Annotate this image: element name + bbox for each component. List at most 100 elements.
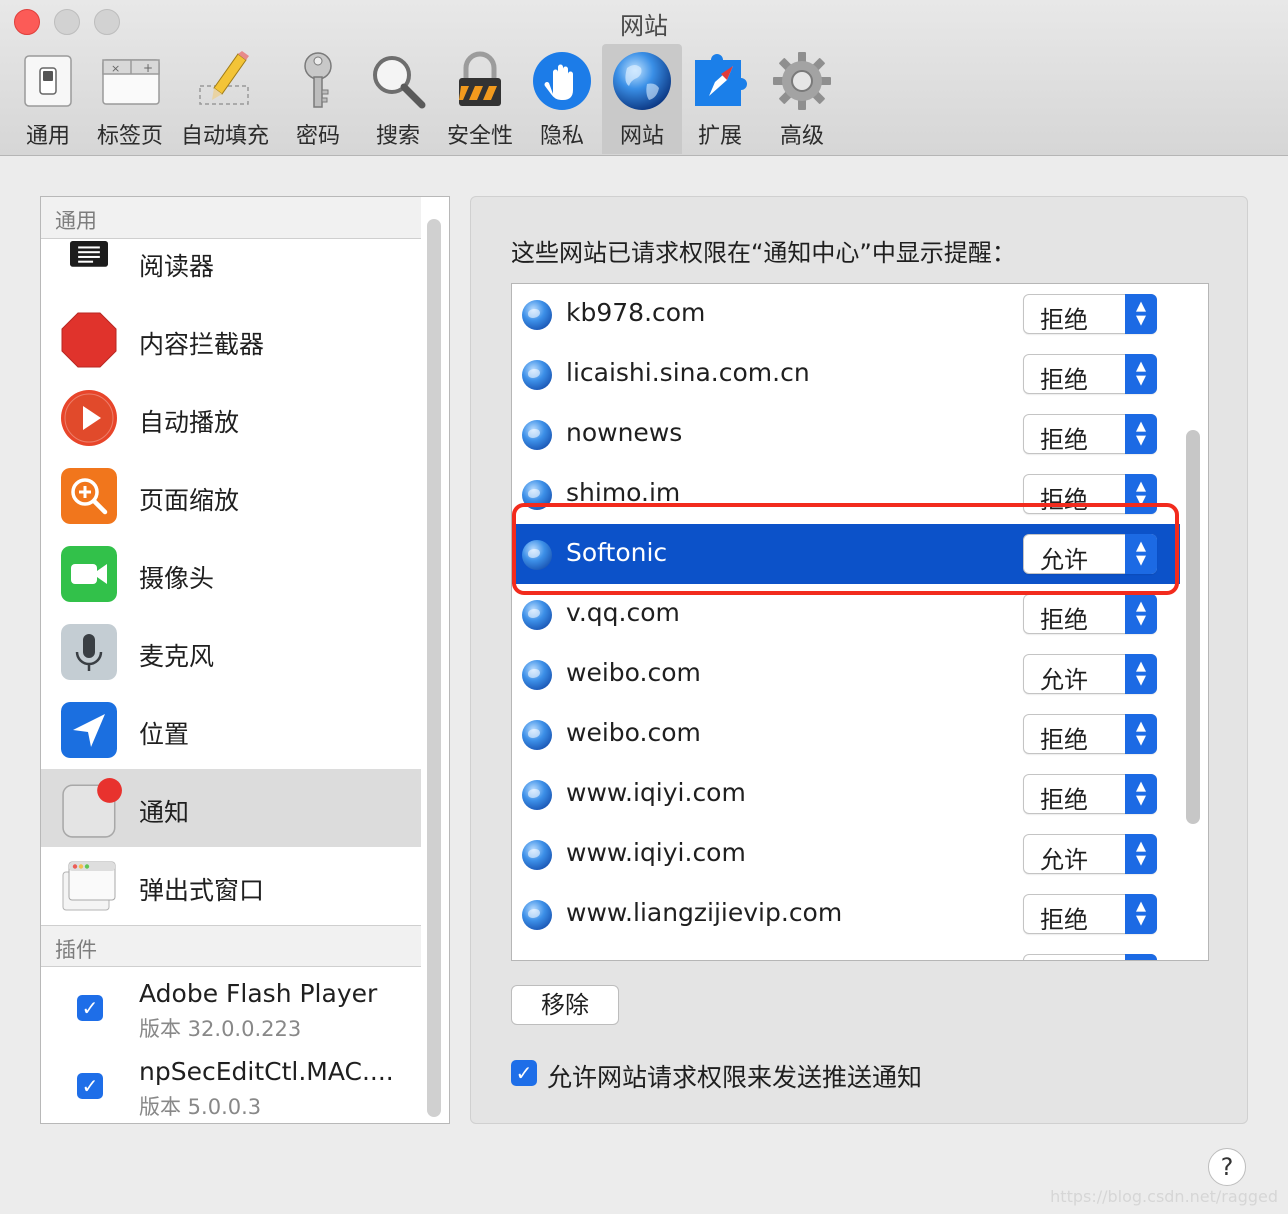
sidebar-item-popup-windows[interactable]: 弹出式窗口 — [41, 847, 421, 925]
remove-button[interactable]: 移除 — [511, 985, 619, 1025]
permission-value: 允许 — [1040, 846, 1088, 874]
permission-value: 拒绝 — [1040, 366, 1088, 394]
website-row[interactable]: www.iqiyi.com 拒绝 ▲ ▼ — [512, 764, 1180, 824]
website-name: www.iqiyi.com — [566, 778, 746, 807]
toolbar-label: 搜索 — [375, 124, 420, 149]
toolbar-label: 扩展 — [697, 124, 742, 149]
toolbar-label: 自动填充 — [180, 124, 269, 149]
sidebar-item-camera[interactable]: 摄像头 — [41, 535, 421, 613]
website-row[interactable]: shimo.im 拒绝 ▲ ▼ — [512, 464, 1180, 524]
sidebar-item-notifications[interactable]: 通知 — [41, 769, 421, 847]
svg-text:×: × — [111, 62, 120, 75]
padlock-icon — [459, 51, 501, 106]
website-row[interactable]: v.qq.com 拒绝 ▲ ▼ — [512, 584, 1180, 644]
svg-text:+: + — [143, 61, 153, 75]
help-button[interactable]: ? — [1208, 1148, 1246, 1186]
toolbar-label: 密码 — [295, 124, 340, 149]
toolbar-label: 隐私 — [539, 124, 584, 149]
toolbar-security[interactable]: 安全性 — [440, 44, 520, 154]
permission-popup[interactable]: 允许 ▲ ▼ — [1023, 654, 1157, 694]
sidebar-item-page-zoom[interactable]: 页面缩放 — [41, 457, 421, 535]
permission-value: 拒绝 — [1040, 426, 1088, 454]
microphone-icon — [61, 624, 117, 680]
permission-popup[interactable]: 允许 ▲ ▼ — [1023, 834, 1157, 874]
chevron-up-down-icon: ▲▼ — [1125, 294, 1157, 334]
permission-value: 允许 — [1040, 666, 1088, 694]
plugin-enabled-checkbox[interactable]: ✓ — [77, 995, 103, 1021]
plugin-row[interactable]: ✓ Adobe Flash Player 版本 32.0.0.223 — [41, 971, 421, 1049]
permission-popup[interactable]: 拒绝 ▲ ▼ — [1023, 774, 1157, 814]
chevron-up-down-icon: ▲▼ — [1125, 654, 1157, 694]
permission-value: 允许 — [1040, 546, 1088, 574]
autofill-pencil-icon — [199, 51, 249, 105]
key-icon — [304, 52, 332, 108]
permission-popup[interactable]: 拒绝 ▲ ▼ — [1023, 294, 1157, 334]
toolbar-general[interactable]: 通用 — [12, 44, 84, 154]
chevron-up-down-icon: ▲▼ — [1125, 894, 1157, 934]
globe-icon — [522, 300, 552, 330]
toolbar-advanced[interactable]: 高级 — [764, 44, 840, 154]
plugin-row[interactable]: ✓ npSecEditCtl.MAC.... 版本 5.0.0.3 — [41, 1049, 421, 1123]
hand-icon — [533, 52, 591, 110]
website-row-partial[interactable]: ▲▼ — [512, 944, 1180, 960]
sidebar-item-microphone[interactable]: 麦克风 — [41, 613, 421, 691]
website-row[interactable]: www.iqiyi.com 允许 ▲ ▼ — [512, 824, 1180, 884]
toolbar-privacy[interactable]: 隐私 — [526, 44, 598, 154]
sidebar-item-content-blockers[interactable]: 内容拦截器 — [41, 301, 421, 379]
sidebar-item-label: 麦克风 — [139, 642, 215, 671]
permission-popup[interactable]: 拒绝 ▲ ▼ — [1023, 414, 1157, 454]
permission-popup[interactable]: 拒绝 ▲ ▼ — [1023, 474, 1157, 514]
permission-popup[interactable]: 拒绝 ▲ ▼ — [1023, 714, 1157, 754]
allow-push-checkbox[interactable]: ✓ — [511, 1060, 537, 1086]
toolbar-tabs[interactable]: × + 标签页 — [92, 44, 168, 154]
zoom-icon — [61, 468, 117, 524]
chevron-up-down-icon: ▲▼ — [1125, 474, 1157, 514]
chevron-up-down-icon: ▲▼ — [1125, 534, 1157, 574]
globe-icon — [522, 660, 552, 690]
sidebar-item-label: 内容拦截器 — [139, 330, 265, 359]
website-row[interactable]: weibo.com 允许 ▲ ▼ — [512, 644, 1180, 704]
sidebar-item-autoplay[interactable]: 自动播放 — [41, 379, 421, 457]
plugin-enabled-checkbox[interactable]: ✓ — [77, 1073, 103, 1099]
website-row[interactable]: www.liangzijievip.com 拒绝 ▲ ▼ — [512, 884, 1180, 944]
toolbar-websites[interactable]: 网站 — [602, 44, 682, 154]
permission-popup[interactable]: 允许 ▲ ▼ — [1023, 534, 1157, 574]
toolbar-search[interactable]: 搜索 — [362, 44, 434, 154]
website-row-selected[interactable]: Softonic 允许 ▲ ▼ — [512, 524, 1180, 584]
notifications-panel: 这些网站已请求权限在“通知中心”中显示提醒： kb978.com 拒绝 ▲ ▼ l… — [470, 196, 1248, 1124]
sidebar-item-reader[interactable]: 阅读器 — [41, 223, 421, 301]
permission-value: 拒绝 — [1040, 906, 1088, 934]
permission-popup[interactable]: 拒绝 ▲ ▼ — [1023, 594, 1157, 634]
website-row[interactable]: kb978.com 拒绝 ▲ ▼ — [512, 284, 1180, 344]
website-row[interactable]: weibo.com 拒绝 ▲ ▼ — [512, 704, 1180, 764]
website-list-scrollbar[interactable] — [1186, 430, 1200, 824]
globe-icon — [522, 720, 552, 750]
website-name: licaishi.sina.com.cn — [566, 358, 810, 387]
sidebar-scrollbar[interactable] — [427, 219, 441, 1117]
website-name: v.qq.com — [566, 598, 680, 627]
general-switch-icon — [24, 55, 72, 107]
globe-icon — [522, 480, 552, 510]
toolbar-label: 网站 — [619, 124, 664, 149]
website-name: Softonic — [566, 538, 668, 567]
magnifier-icon — [373, 56, 426, 109]
website-name: nownews — [566, 418, 683, 447]
website-list: kb978.com 拒绝 ▲ ▼ licaishi.sina.com.cn 拒绝 … — [511, 283, 1209, 961]
toolbar-autofill[interactable]: 自动填充 — [176, 44, 274, 154]
toolbar-passwords[interactable]: 密码 — [282, 44, 354, 154]
sidebar-item-location[interactable]: 位置 — [41, 691, 421, 769]
permission-popup[interactable]: 拒绝 ▲ ▼ — [1023, 354, 1157, 394]
plugin-version: 版本 32.0.0.223 — [139, 1017, 302, 1041]
sidebar-item-label: 摄像头 — [139, 564, 215, 593]
website-row[interactable]: licaishi.sina.com.cn 拒绝 ▲ ▼ — [512, 344, 1180, 404]
reader-icon — [70, 241, 108, 267]
permission-value: 拒绝 — [1040, 486, 1088, 514]
website-row[interactable]: nownews 拒绝 ▲ ▼ — [512, 404, 1180, 464]
globe-icon — [522, 600, 552, 630]
permission-popup[interactable]: 拒绝 ▲ ▼ — [1023, 894, 1157, 934]
panel-heading: 这些网站已请求权限在“通知中心”中显示提醒： — [511, 239, 1016, 267]
toolbar-extensions[interactable]: 扩展 — [684, 44, 756, 154]
chevron-up-down-icon: ▲▼ — [1125, 774, 1157, 814]
permission-popup[interactable]: ▲▼ — [1023, 954, 1157, 960]
popup-window-icon — [62, 861, 116, 911]
